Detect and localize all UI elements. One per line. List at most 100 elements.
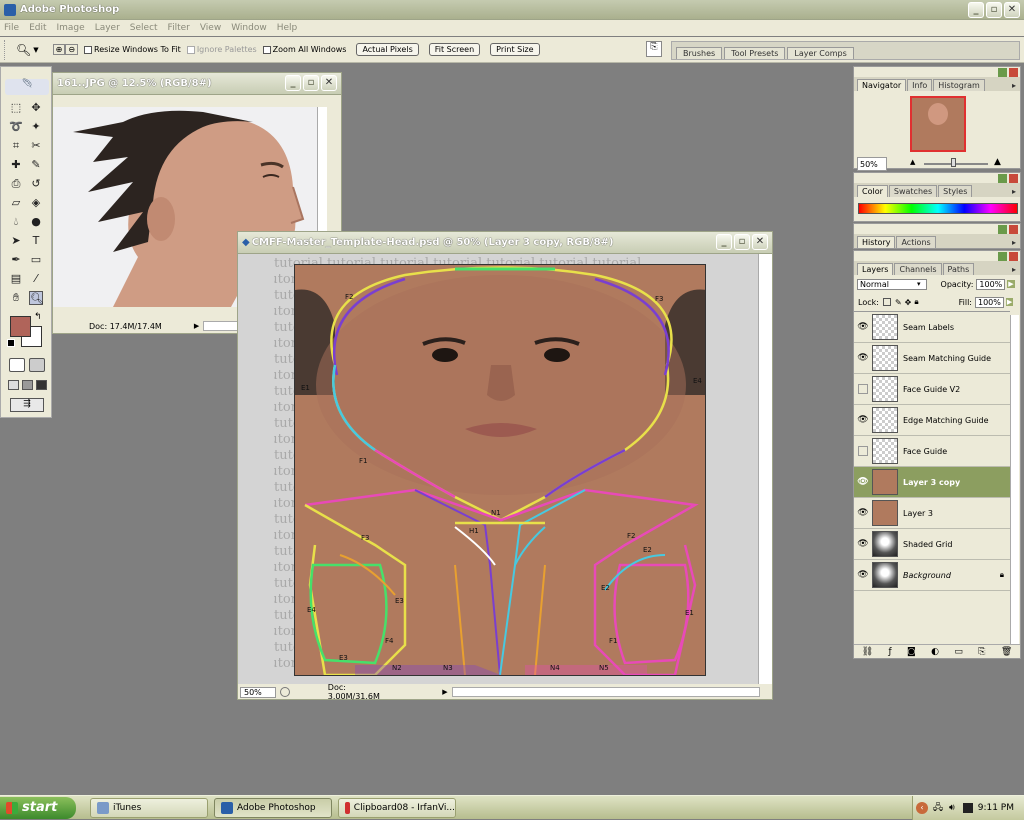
fill-field[interactable]: 100%: [975, 296, 1004, 308]
color-spectrum-bar[interactable]: [858, 203, 1018, 214]
stamp-tool-icon[interactable]: ⎙: [9, 177, 23, 191]
layer-style-icon[interactable]: ƒ: [889, 647, 892, 657]
tab-history[interactable]: History: [857, 236, 896, 248]
layer-row[interactable]: 👁︎ Seam Labels: [854, 312, 1010, 343]
tray-expand-icon[interactable]: ‹: [916, 802, 928, 814]
menu-image[interactable]: Image: [57, 23, 85, 33]
screen-mode-full-button[interactable]: [36, 380, 47, 390]
default-colors-icon[interactable]: [7, 339, 15, 347]
volume-icon[interactable]: 🔊︎: [949, 803, 955, 813]
adjustment-layer-icon[interactable]: ◐: [931, 647, 939, 657]
doc2-status-menu-arrow[interactable]: ▶: [442, 688, 447, 696]
standard-mode-button[interactable]: [9, 358, 25, 372]
blend-mode-dropdown-icon[interactable]: ▾: [917, 280, 921, 288]
eye-icon[interactable]: 👁︎: [854, 477, 872, 487]
lock-move-icon[interactable]: ✥: [905, 298, 912, 307]
task-irfanview[interactable]: Clipboard08 - IrfanVi...: [338, 797, 456, 818]
menu-view[interactable]: View: [200, 23, 221, 33]
close-button[interactable]: ✕: [1004, 2, 1020, 18]
doc2-vertical-scrollbar[interactable]: [758, 254, 772, 684]
notes-tool-icon[interactable]: ▤: [9, 272, 23, 286]
healing-brush-icon[interactable]: ✚: [9, 158, 23, 172]
zoom-out-icon[interactable]: ⊖: [65, 44, 79, 55]
zoom-in-icon[interactable]: ⊕: [52, 44, 66, 55]
type-tool-icon[interactable]: T: [29, 234, 43, 248]
new-layer-icon[interactable]: ⎘: [978, 647, 985, 657]
doc2-maximize-button[interactable]: ▫: [734, 234, 750, 250]
imageready-jump-button[interactable]: ⇶: [10, 398, 44, 412]
hand-tool-icon[interactable]: ✋︎: [9, 291, 23, 305]
zoom-out-mountain-icon[interactable]: ▲: [910, 158, 915, 166]
layer-row[interactable]: 👁︎ Edge Matching Guide: [854, 405, 1010, 436]
tab-navigator[interactable]: Navigator: [857, 79, 907, 91]
screen-mode-standard-button[interactable]: [8, 380, 19, 390]
shape-tool-icon[interactable]: ▭: [29, 253, 43, 267]
print-size-button[interactable]: Print Size: [490, 43, 540, 56]
slice-tool-icon[interactable]: ✂: [29, 139, 43, 153]
tab-histogram[interactable]: Histogram: [933, 79, 985, 91]
tab-actions[interactable]: Actions: [896, 236, 936, 248]
opacity-field[interactable]: 100%: [976, 278, 1006, 290]
tab-channels[interactable]: Channels: [894, 263, 942, 275]
doc2-zoom-field[interactable]: 50%: [240, 686, 276, 698]
panel-menu-icon[interactable]: ▸: [1008, 264, 1020, 275]
tab-swatches[interactable]: Swatches: [888, 185, 938, 197]
layer-row[interactable]: Face Guide V2: [854, 374, 1010, 405]
lock-brush-icon[interactable]: ✎: [895, 298, 902, 307]
menu-help[interactable]: Help: [277, 23, 298, 33]
actual-pixels-button[interactable]: Actual Pixels: [356, 43, 419, 56]
panel-menu-icon[interactable]: ▸: [1008, 186, 1020, 197]
panel-menu-icon[interactable]: ▸: [1008, 237, 1020, 248]
fill-arrow[interactable]: ▶: [1005, 298, 1014, 306]
minimize-button[interactable]: _: [968, 2, 984, 18]
tab-layers[interactable]: Layers: [857, 263, 894, 275]
panel-minimize-button[interactable]: [998, 174, 1007, 183]
panel-minimize-button[interactable]: [998, 225, 1007, 234]
doc1-status-menu-arrow[interactable]: ▶: [194, 322, 199, 330]
fit-screen-button[interactable]: Fit Screen: [428, 43, 481, 56]
eye-icon[interactable]: 👁︎: [854, 570, 872, 580]
lasso-tool-icon[interactable]: ➰: [9, 120, 23, 134]
network-icon[interactable]: 🖧︎: [933, 800, 943, 816]
screen-mode-full-menu-button[interactable]: [22, 380, 33, 390]
visibility-toggle[interactable]: [858, 446, 868, 456]
quickmask-mode-button[interactable]: [29, 358, 45, 372]
link-layers-icon[interactable]: ⛓︎: [862, 647, 873, 657]
path-select-icon[interactable]: ➤: [9, 234, 23, 248]
slider-thumb[interactable]: [951, 158, 956, 167]
layer-row[interactable]: 👁︎ Layer 3: [854, 498, 1010, 529]
zoom-in-mountain-icon[interactable]: ▲: [994, 157, 1001, 167]
eraser-tool-icon[interactable]: ▱: [9, 196, 23, 210]
doc1-minimize-button[interactable]: _: [285, 75, 301, 91]
doc1-maximize-button[interactable]: ▫: [303, 75, 319, 91]
eye-icon[interactable]: 👁︎: [854, 508, 872, 518]
crop-tool-icon[interactable]: ⌗: [9, 139, 23, 153]
marquee-tool-icon[interactable]: ⬚: [9, 101, 23, 115]
panel-minimize-button[interactable]: [998, 68, 1007, 77]
lock-transparency-icon[interactable]: [882, 298, 891, 306]
well-tab-tool-presets[interactable]: Tool Presets: [724, 47, 786, 59]
layer-row[interactable]: 👁︎ Shaded Grid: [854, 529, 1010, 560]
eye-icon[interactable]: 👁︎: [854, 353, 872, 363]
layers-scrollbar[interactable]: [1010, 315, 1019, 645]
task-itunes[interactable]: iTunes: [90, 797, 208, 818]
ignore-palettes-checkbox[interactable]: Ignore Palettes: [186, 45, 257, 54]
brush-tool-icon[interactable]: ✎: [29, 158, 43, 172]
template-canvas-area[interactable]: tutorial tutorial tutorial tutorial tuto…: [238, 254, 758, 684]
pen-tool-icon[interactable]: ✒: [9, 253, 23, 267]
doc2-zoom-icon[interactable]: [279, 687, 290, 697]
panel-close-button[interactable]: [1009, 68, 1018, 77]
zoom-tool-icon[interactable]: 🔍︎: [16, 43, 31, 57]
layer-row[interactable]: 👁︎ Layer 3 copy: [854, 467, 1010, 498]
doc2-horizontal-scrollbar[interactable]: [451, 687, 760, 697]
task-photoshop-task[interactable]: Adobe Photoshop: [214, 797, 332, 818]
well-tab-layer-comps[interactable]: Layer Comps: [787, 47, 854, 59]
doc2-minimize-button[interactable]: _: [716, 234, 732, 250]
delete-layer-icon[interactable]: 🗑︎: [1001, 647, 1012, 657]
navigator-zoom-slider[interactable]: [924, 163, 988, 165]
eyedropper-icon[interactable]: ⁄: [29, 272, 43, 286]
bucket-tool-icon[interactable]: ◈: [29, 196, 43, 210]
file-browser-icon[interactable]: ⎘: [646, 41, 662, 57]
lock-all-icon[interactable]: 🔒︎: [914, 297, 918, 307]
well-tab-brushes[interactable]: Brushes: [676, 47, 723, 59]
